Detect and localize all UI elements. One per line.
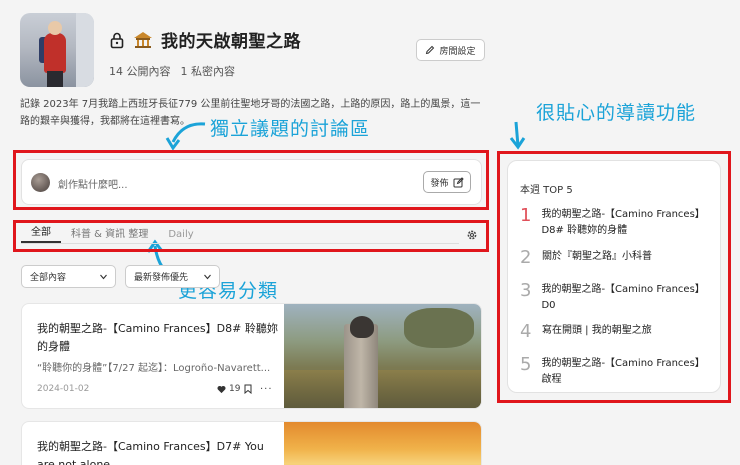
list-item[interactable]: 3 我的朝聖之路-【Camino Frances】D0 xyxy=(520,280,710,314)
bookmark-icon[interactable] xyxy=(244,384,252,394)
pencil-icon xyxy=(426,45,435,55)
rank-number: 5 xyxy=(520,354,532,375)
chevron-down-icon xyxy=(204,274,211,280)
post-card[interactable]: 我的朝聖之路-【Camino Frances】D8# 聆聽妳的身體 “聆聽你的身… xyxy=(21,303,482,409)
lock-icon xyxy=(110,32,124,48)
chevron-down-icon xyxy=(100,274,107,280)
more-icon[interactable]: ··· xyxy=(260,384,273,395)
annotation-discussion: 獨立議題的討論區 xyxy=(210,118,371,140)
post-composer[interactable]: 創作點什麼吧... 發佈 xyxy=(21,159,482,205)
arrow-guide-icon xyxy=(509,121,526,150)
rank-title[interactable]: 我的朝聖之路-【Camino Frances】啟程 xyxy=(541,354,710,388)
rank-number: 3 xyxy=(520,280,532,301)
edit-icon xyxy=(453,176,464,187)
post-excerpt: “聆聽你的身體”【7/27 起迄】：Logroño-Navarett... xyxy=(37,363,271,374)
like-count: 19 xyxy=(229,384,241,394)
sidebar-title: 本週 TOP 5 xyxy=(520,185,573,196)
room-avatar xyxy=(20,13,94,87)
heart-icon xyxy=(217,385,226,393)
post-card[interactable]: 我的朝聖之路-【Camino Frances】D7# You are not a… xyxy=(21,421,482,465)
sort-value: 最新發佈優先 xyxy=(134,273,189,283)
rank-title[interactable]: 我的朝聖之路-【Camino Frances】D0 xyxy=(541,280,710,314)
page-title: 我的天啟朝聖之路 xyxy=(161,32,301,52)
content-type-dropdown[interactable]: 全部內容 xyxy=(21,265,116,288)
post-title[interactable]: 我的朝聖之路-【Camino Frances】D8# 聆聽妳的身體 xyxy=(37,320,282,356)
composer-placeholder[interactable]: 創作點什麼吧... xyxy=(58,176,128,191)
rank-title[interactable]: 我的朝聖之路-【Camino Frances】D8# 聆聽妳的身體 xyxy=(541,205,710,239)
rank-title[interactable]: 寫在開頭 | 我的朝聖之旅 xyxy=(542,321,652,343)
sort-dropdown[interactable]: 最新發佈優先 xyxy=(125,265,220,288)
room-settings-label: 房間設定 xyxy=(439,46,476,57)
tab-daily[interactable]: Daily xyxy=(158,229,203,243)
rank-number: 1 xyxy=(520,205,532,226)
gear-icon[interactable] xyxy=(466,229,478,241)
post-thumbnail[interactable] xyxy=(284,422,481,465)
post-title[interactable]: 我的朝聖之路-【Camino Frances】D7# You are not a… xyxy=(37,438,282,465)
private-count: 1 私密內容 xyxy=(180,65,236,78)
list-item[interactable]: 2 關於『朝聖之路』小科普 xyxy=(520,247,710,269)
annotation-guide: 很貼心的導讀功能 xyxy=(536,102,697,124)
post-button-label: 發佈 xyxy=(430,178,449,189)
list-item[interactable]: 1 我的朝聖之路-【Camino Frances】D8# 聆聽妳的身體 xyxy=(520,205,710,239)
post-button[interactable]: 發佈 xyxy=(423,171,471,193)
temple-icon xyxy=(134,31,152,48)
title-row: 我的天啟朝聖之路 xyxy=(109,27,301,52)
rank-number: 4 xyxy=(520,321,532,342)
category-tabs: 全部 科普 & 資訊 整理 Daily xyxy=(21,226,459,244)
public-count: 14 公開內容 xyxy=(109,65,171,78)
list-item[interactable]: 5 我的朝聖之路-【Camino Frances】啟程 xyxy=(520,354,710,388)
tab-all[interactable]: 全部 xyxy=(21,223,61,243)
post-thumbnail[interactable] xyxy=(284,304,481,408)
like-button[interactable]: 19 xyxy=(217,384,240,394)
tab-science-info[interactable]: 科普 & 資訊 整理 xyxy=(61,225,158,243)
post-date: 2024-01-02 xyxy=(37,384,90,394)
content-type-value: 全部內容 xyxy=(30,273,67,283)
room-settings-button[interactable]: 房間設定 xyxy=(416,39,485,61)
list-item[interactable]: 4 寫在開頭 | 我的朝聖之旅 xyxy=(520,321,710,343)
user-avatar xyxy=(31,173,50,192)
content-stats: 14 公開內容 1 私密內容 xyxy=(109,63,235,79)
rank-number: 2 xyxy=(520,247,532,268)
weekly-top5-panel: 本週 TOP 5 1 我的朝聖之路-【Camino Frances】D8# 聆聽… xyxy=(507,160,721,393)
arrow-discussion-icon xyxy=(165,122,206,150)
rank-title[interactable]: 關於『朝聖之路』小科普 xyxy=(542,247,652,269)
